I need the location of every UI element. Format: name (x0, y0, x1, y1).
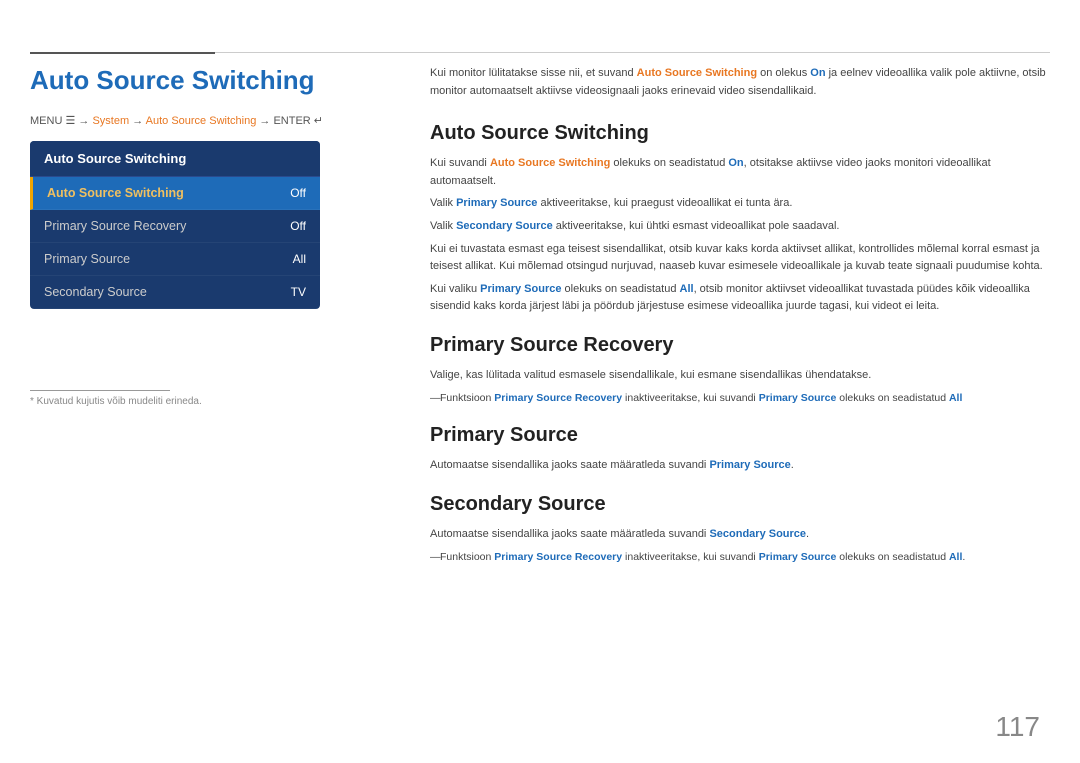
section-secondary-source: Secondary Source Automaatse sisendallika… (430, 493, 1050, 565)
bold-auto-source-1: Auto Source Switching (490, 157, 610, 169)
bold-psrecovery-s4: Primary Source Recovery (494, 551, 622, 563)
row-label-primary-recovery: Primary Source Recovery (44, 219, 186, 233)
bold-secondary-source-3: Secondary Source (456, 220, 553, 232)
page-title: Auto Source Switching (30, 65, 390, 96)
row-label-primary-source: Primary Source (44, 252, 130, 266)
section-primary-source: Primary Source Automaatse sisendallika j… (430, 424, 1050, 475)
bold-on-1: On (728, 157, 743, 169)
system-label: System (92, 115, 129, 127)
section-note-secondary-1: Funktsioon Primary Source Recovery inakt… (430, 549, 1050, 566)
bold-primary-source-5: Primary Source (480, 283, 561, 295)
arrow3-icon: → (259, 115, 273, 127)
section-body-auto-2: Valik Primary Source aktiveeritakse, kui… (430, 195, 1050, 213)
row-label-auto-source: Auto Source Switching (47, 186, 184, 200)
enter-label: ENTER (273, 115, 313, 127)
row-label-secondary-source: Secondary Source (44, 285, 147, 299)
enter-icon: ↵ (314, 115, 323, 127)
row-value-primary-recovery: Off (290, 219, 306, 233)
section-note-recovery-1: Funktsioon Primary Source Recovery inakt… (430, 390, 1050, 407)
section-primary-source-recovery: Primary Source Recovery Valige, kas lüli… (430, 334, 1050, 406)
arrow2-icon: → (132, 115, 145, 127)
section-title-secondary-source: Secondary Source (430, 493, 1050, 516)
menu-label: MENU (30, 115, 62, 127)
bold-secondary-source-s4: Secondary Source (709, 528, 806, 540)
arrow-icon: → (78, 115, 92, 127)
section-body-auto-1: Kui suvandi Auto Source Switching olekuk… (430, 155, 1050, 190)
bold-all-5: All (680, 283, 694, 295)
footnote-text: * Kuvatud kujutis võib mudeliti erineda. (30, 396, 202, 407)
row-value-auto-source: Off (290, 186, 306, 200)
bold-all-s4: All (949, 551, 962, 563)
auto-source-path-label: Auto Source Switching (146, 115, 257, 127)
bold-primary-source-s3: Primary Source (709, 459, 790, 471)
bold-ps-note: Primary Source (759, 392, 837, 404)
page-number: 117 (995, 711, 1040, 743)
ui-settings-box: Auto Source Switching Auto Source Switch… (30, 141, 320, 309)
intro-bold-on: On (810, 67, 825, 79)
row-value-secondary-source: TV (291, 285, 306, 299)
section-title-primary-recovery: Primary Source Recovery (430, 334, 1050, 357)
section-body-secondary-1: Automaatse sisendallika jaoks saate määr… (430, 526, 1050, 544)
row-value-primary-source: All (293, 252, 306, 266)
section-title-primary-source: Primary Source (430, 424, 1050, 447)
bold-psrecovery-note: Primary Source Recovery (494, 392, 622, 404)
section-body-auto-3: Valik Secondary Source aktiveeritakse, k… (430, 218, 1050, 236)
section-body-recovery-1: Valige, kas lülitada valitud esmasele si… (430, 367, 1050, 385)
intro-paragraph: Kui monitor lülitatakse sisse nii, et su… (430, 65, 1050, 100)
section-auto-source-switching: Auto Source Switching Kui suvandi Auto S… (430, 122, 1050, 316)
menu-path: MENU ☰ → System → Auto Source Switching … (30, 114, 390, 127)
ui-row-secondary-source[interactable]: Secondary Source TV (30, 276, 320, 309)
right-panel: Kui monitor lülitatakse sisse nii, et su… (430, 65, 1050, 583)
ui-box-header: Auto Source Switching (30, 141, 320, 177)
left-panel: Auto Source Switching MENU ☰ → System → … (30, 65, 390, 309)
top-accent-line (30, 52, 215, 54)
section-body-primary-1: Automaatse sisendallika jaoks saate määr… (430, 457, 1050, 475)
bold-all-note: All (949, 392, 962, 404)
bold-ps-s4: Primary Source (759, 551, 837, 563)
footnote-line (30, 390, 170, 391)
section-title-auto-source: Auto Source Switching (430, 122, 1050, 145)
ui-row-primary-source[interactable]: Primary Source All (30, 243, 320, 276)
section-body-auto-4: Kui ei tuvastata esmast ega teisest sise… (430, 241, 1050, 276)
section-body-auto-5: Kui valiku Primary Source olekuks on sea… (430, 281, 1050, 316)
ui-row-primary-recovery[interactable]: Primary Source Recovery Off (30, 210, 320, 243)
ui-row-auto-source[interactable]: Auto Source Switching Off (30, 177, 320, 210)
intro-bold-auto-source: Auto Source Switching (637, 67, 757, 79)
menu-icon: ☰ (65, 115, 78, 127)
bold-primary-source-2: Primary Source (456, 197, 537, 209)
